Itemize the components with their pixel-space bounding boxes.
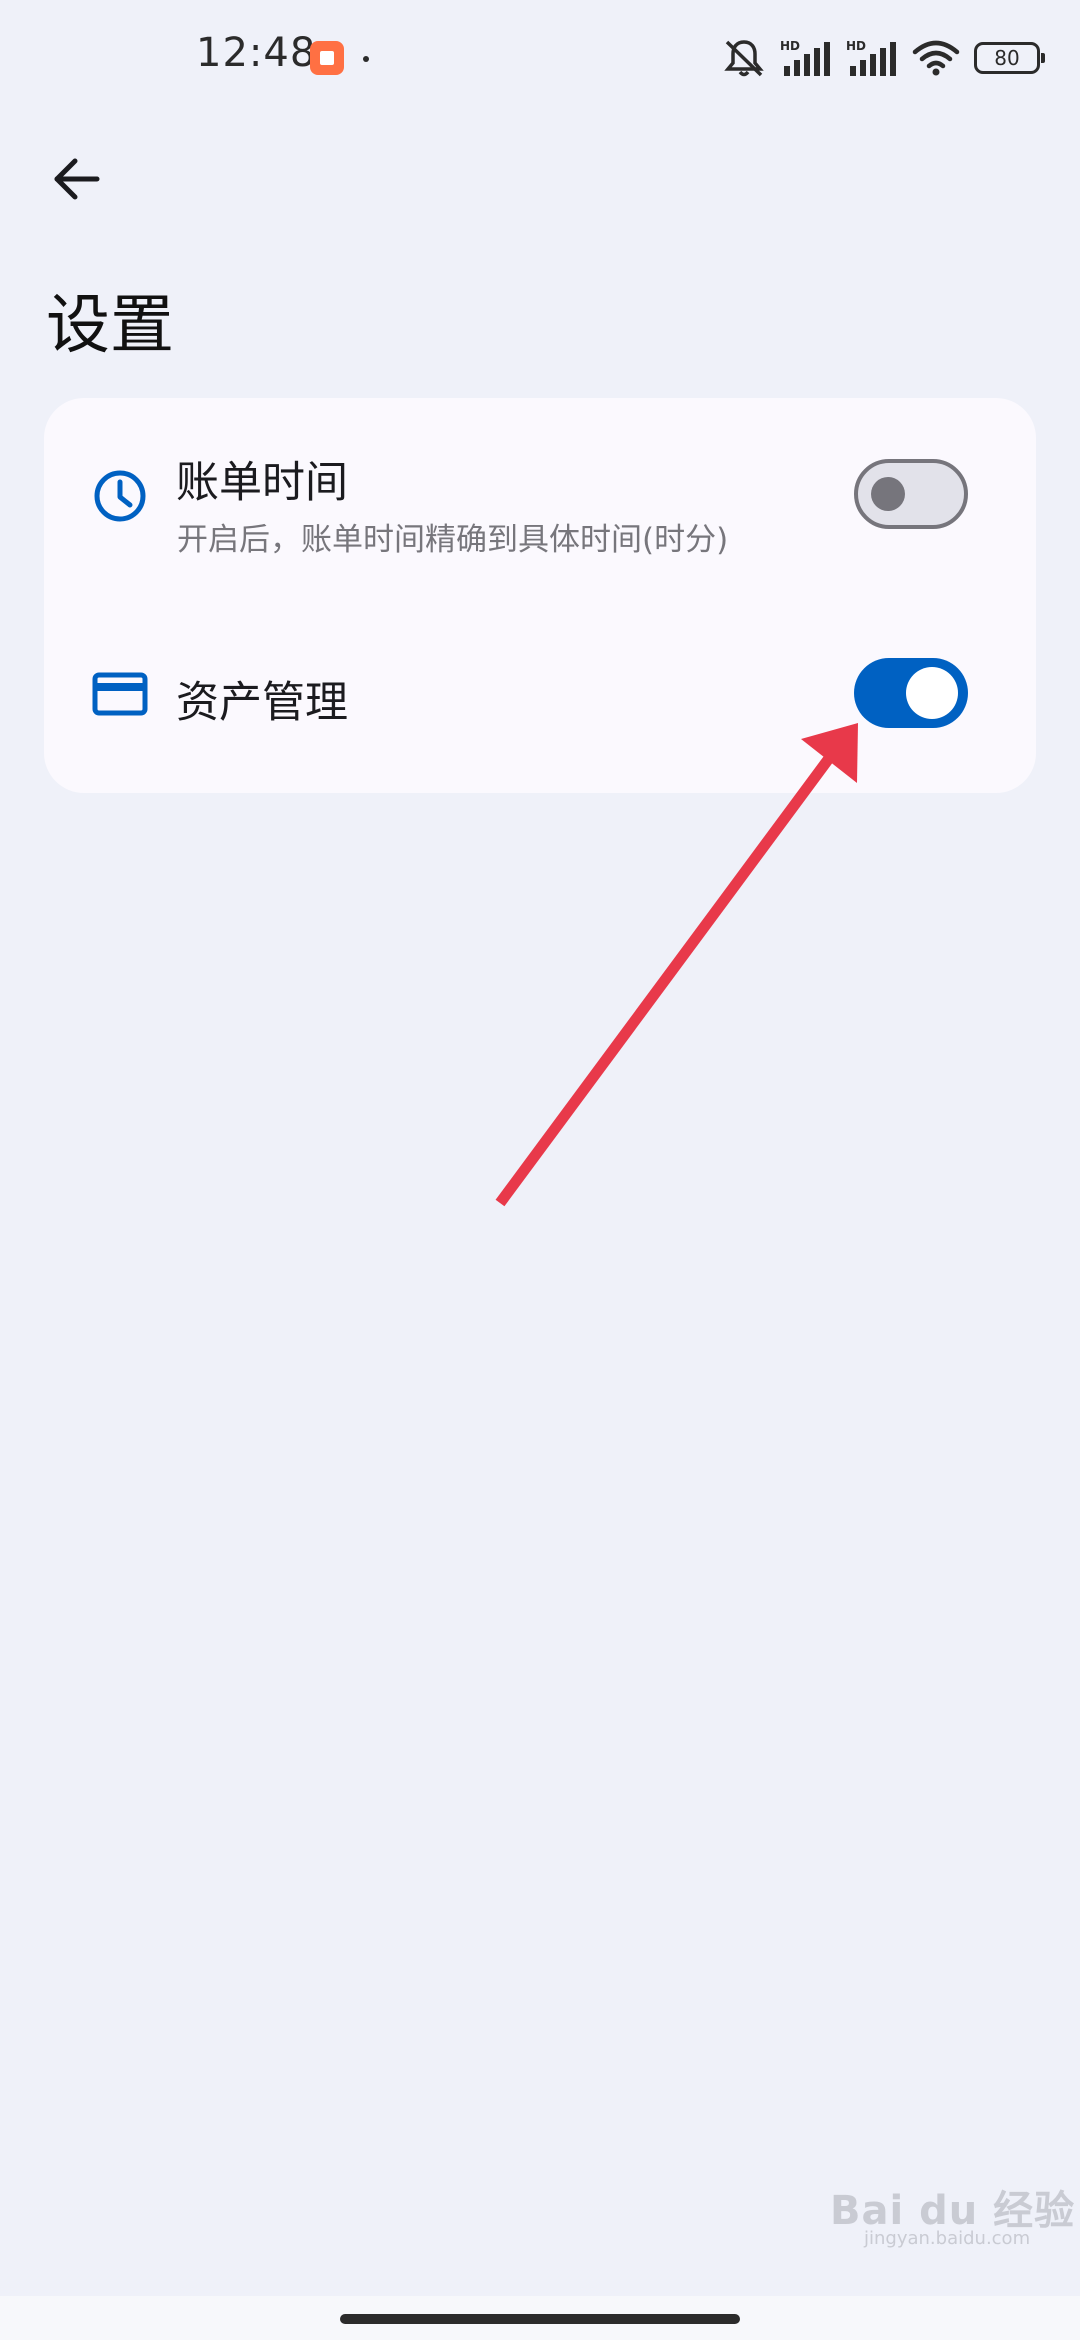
settings-card: 账单时间 开启后，账单时间精确到具体时间(时分) 资产管理 xyxy=(44,398,1036,793)
wifi-icon xyxy=(912,40,960,76)
status-bar: 12:48 HD HD 80 xyxy=(0,0,1080,120)
arrow-left-icon xyxy=(54,158,100,200)
signal-icon: HD xyxy=(846,39,896,76)
setting-title: 资产管理 xyxy=(176,678,348,728)
status-time: 12:48 xyxy=(196,30,317,76)
asset-management-toggle[interactable] xyxy=(854,658,968,728)
settings-screen: 12:48 HD HD 80 设置 账单时间 开启后，账单时间精确到具体时间(时… xyxy=(0,0,1080,2340)
app-notification-icon xyxy=(310,41,344,75)
setting-title: 账单时间 xyxy=(176,458,348,508)
battery-level: 80 xyxy=(994,46,1020,70)
watermark-url: jingyan.baidu.com xyxy=(864,2228,1031,2249)
card-icon xyxy=(92,672,148,716)
toggle-knob xyxy=(906,667,958,719)
navigation-bar xyxy=(0,2296,1080,2340)
toggle-knob xyxy=(871,477,905,511)
setting-row-asset-management[interactable]: 资产管理 xyxy=(44,638,1036,754)
clock-icon xyxy=(94,470,146,522)
battery-icon: 80 xyxy=(974,42,1045,74)
setting-row-bill-time[interactable]: 账单时间 开启后，账单时间精确到具体时间(时分) xyxy=(44,438,1036,558)
home-indicator[interactable] xyxy=(340,2314,740,2324)
setting-description: 开启后，账单时间精确到具体时间(时分) xyxy=(177,522,729,558)
page-title: 设置 xyxy=(46,289,174,363)
signal-icon: HD xyxy=(780,39,830,76)
back-button[interactable] xyxy=(44,146,110,212)
signal-hd-label: HD xyxy=(846,39,866,53)
mute-icon xyxy=(724,40,764,77)
more-notifications-dot xyxy=(363,56,369,62)
bill-time-toggle[interactable] xyxy=(854,459,968,529)
status-icons: HD HD 80 xyxy=(722,36,1045,80)
signal-hd-label: HD xyxy=(780,39,800,53)
